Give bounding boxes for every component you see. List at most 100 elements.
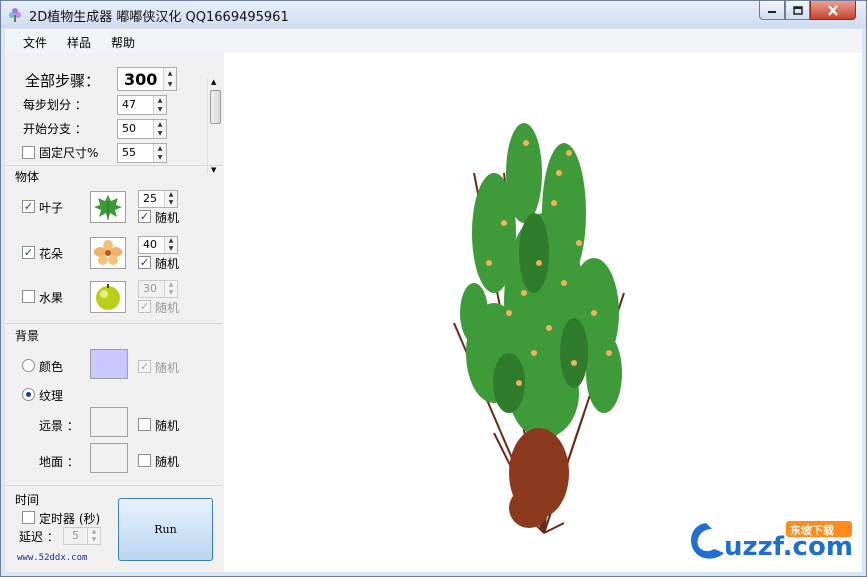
watermark-badge: 东坡下载 (790, 523, 834, 537)
leaf-random-checkbox[interactable]: ✓ (138, 210, 151, 223)
spin-up-icon[interactable]: ▲ (154, 96, 166, 105)
background-section-label: 背景 (15, 329, 40, 343)
minimize-icon (768, 11, 776, 13)
subdivide-value: 47 (122, 98, 136, 111)
spin-down-icon[interactable]: ▼ (165, 289, 177, 297)
flower-value: 40 (143, 238, 157, 251)
spin-up-icon[interactable]: ▲ (165, 191, 177, 199)
total-steps-spinner[interactable]: 300 ▲ ▼ (117, 67, 177, 91)
flower-random-checkbox[interactable]: ✓ (138, 256, 151, 269)
flower-checkbox[interactable]: ✓ (22, 246, 35, 259)
run-label: Run (154, 523, 177, 536)
texture-radio[interactable] (22, 388, 35, 401)
leaf-thumbnail[interactable] (90, 191, 126, 223)
ground-random-label: 随机 (155, 455, 180, 469)
spin-down-icon[interactable]: ▼ (154, 129, 166, 138)
spin-up-icon[interactable]: ▲ (164, 68, 176, 79)
subdivide-spinner[interactable]: 47 ▲ ▼ (117, 95, 167, 115)
fruit-checkbox[interactable] (22, 290, 35, 303)
app-icon (9, 8, 21, 22)
fruit-random-checkbox[interactable]: ✓ (138, 300, 151, 313)
minimize-button[interactable] (759, 1, 785, 20)
divider (5, 485, 222, 486)
client-area: 全部步骤： 300 ▲ ▼ 每步划分 ： 47 ▲ ▼ 开始分支 ： 50 ▲ ▼ 固… (5, 53, 862, 572)
far-random-label: 随机 (155, 419, 180, 433)
branch-value: 50 (122, 122, 136, 135)
spin-up-icon[interactable]: ▲ (165, 281, 177, 289)
branch-label: 开始分支 ： (23, 122, 87, 136)
fruit-label: 水果 (39, 291, 64, 305)
spin-down-icon[interactable]: ▼ (88, 536, 100, 544)
delay-label: 延迟 ： (19, 530, 59, 544)
far-random-checkbox[interactable] (138, 418, 151, 431)
ground-random-checkbox[interactable] (138, 454, 151, 467)
site-link[interactable]: www.52ddx.com (17, 553, 87, 563)
app-window: 2D植物生成器 嘟嘟侠汉化 QQ1669495961 文件 样品 帮助 全部步骤… (0, 0, 867, 577)
ground-texture-box[interactable] (90, 443, 128, 473)
fruit-spinner[interactable]: 30 ▲ ▼ (138, 280, 178, 298)
flower-label: 花朵 (39, 247, 64, 261)
timer-checkbox[interactable] (22, 511, 35, 524)
spin-down-icon[interactable]: ▼ (165, 199, 177, 207)
steps-scrollbar[interactable]: ▲ ▼ (207, 78, 222, 174)
total-steps-value: 300 (124, 70, 158, 89)
divider (5, 323, 222, 324)
flower-icon (94, 240, 122, 265)
texture-label: 纹理 (39, 389, 64, 403)
delay-value: 5 (72, 529, 79, 542)
window-title: 2D植物生成器 嘟嘟侠汉化 QQ1669495961 (29, 10, 289, 25)
flower-thumbnail[interactable] (90, 237, 126, 269)
fruit-value: 30 (143, 282, 157, 295)
fruit-thumbnail[interactable] (90, 281, 126, 313)
color-random-checkbox[interactable]: ✓ (138, 360, 151, 373)
delay-spinner[interactable]: 5 ▲ ▼ (63, 527, 101, 545)
leaf-spinner[interactable]: 25 ▲ ▼ (138, 190, 178, 208)
fruit-icon (96, 284, 120, 310)
color-random-label: 随机 (155, 361, 180, 375)
plant-illustration (453, 123, 625, 534)
flower-spinner[interactable]: 40 ▲ ▼ (138, 236, 178, 254)
spin-up-icon[interactable]: ▲ (154, 120, 166, 129)
run-button[interactable]: Run (118, 498, 213, 561)
uzzf-watermark-logo: uzzf.com 东坡下载 (691, 521, 853, 562)
branch-spinner[interactable]: 50 ▲ ▼ (117, 119, 167, 139)
spin-down-icon[interactable]: ▼ (165, 245, 177, 253)
spin-down-icon[interactable]: ▼ (154, 105, 166, 114)
total-steps-label: 全部步骤： (25, 72, 101, 90)
fixed-size-label: 固定尺寸% (39, 146, 99, 160)
fixed-size-checkbox[interactable] (22, 146, 35, 159)
plant-canvas[interactable]: uzzf.com 东坡下载 (224, 53, 862, 572)
spin-down-icon[interactable]: ▼ (164, 79, 176, 90)
close-button[interactable] (810, 1, 856, 20)
maximize-icon (792, 5, 803, 15)
menu-help[interactable]: 帮助 (111, 34, 135, 51)
scroll-thumb[interactable] (210, 90, 221, 124)
scroll-up-icon[interactable]: ▲ (211, 78, 216, 86)
leaf-checkbox[interactable]: ✓ (22, 200, 35, 213)
leaf-value: 25 (143, 192, 157, 205)
spin-up-icon[interactable]: ▲ (165, 237, 177, 245)
title-bar: 2D植物生成器 嘟嘟侠汉化 QQ1669495961 (1, 1, 866, 28)
color-swatch[interactable] (90, 349, 128, 379)
time-section-label: 时间 (15, 493, 40, 507)
color-radio[interactable] (22, 359, 35, 372)
steps-panel: 全部步骤： 300 ▲ ▼ 每步划分 ： 47 ▲ ▼ 开始分支 ： 50 ▲ ▼ 固… (5, 63, 222, 174)
ground-label: 地面 ： (39, 455, 79, 469)
scroll-down-icon[interactable]: ▼ (211, 166, 216, 174)
fixed-size-spinner[interactable]: 55 ▲ ▼ (117, 143, 167, 163)
divider (5, 165, 222, 166)
menu-bar: 文件 样品 帮助 (5, 29, 862, 53)
close-icon (828, 4, 838, 16)
leaf-random-label: 随机 (155, 211, 180, 225)
subdivide-label: 每步划分 ： (23, 98, 87, 112)
spin-up-icon[interactable]: ▲ (154, 144, 166, 153)
spin-up-icon[interactable]: ▲ (88, 528, 100, 536)
menu-file[interactable]: 文件 (23, 34, 47, 51)
menu-samples[interactable]: 样品 (67, 34, 91, 51)
timer-label: 定时器 (秒) (39, 512, 101, 526)
spin-down-icon[interactable]: ▼ (154, 153, 166, 162)
far-texture-box[interactable] (90, 407, 128, 437)
leaf-label: 叶子 (39, 201, 64, 215)
far-label: 远景 ： (39, 419, 79, 433)
maximize-button[interactable] (785, 1, 810, 20)
